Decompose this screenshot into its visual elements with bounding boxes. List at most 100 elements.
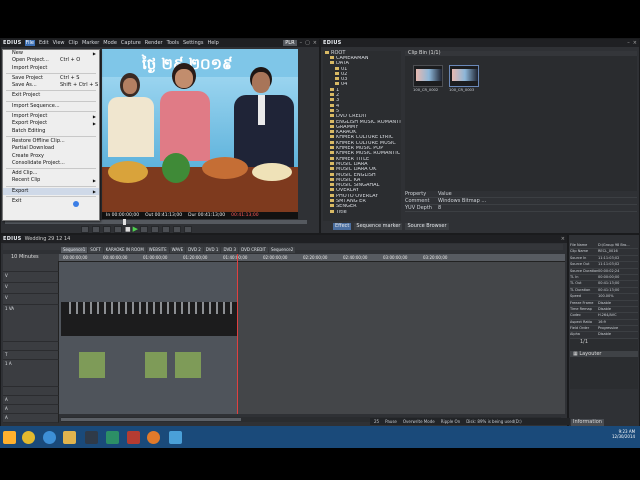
- file-menu-item-label: Exit Project: [12, 92, 41, 99]
- fast-forward-icon[interactable]: [140, 225, 149, 233]
- audio-clip-1[interactable]: [79, 352, 105, 378]
- sequence-tab[interactable]: KARAOKE IN ROOM: [103, 247, 146, 253]
- file-menu-item-5[interactable]: Save As... Shift + Ctrl + S: [3, 82, 99, 89]
- bin-tab-2[interactable]: Source Browser: [405, 223, 449, 230]
- track-header[interactable]: A: [3, 396, 59, 405]
- edius-icon[interactable]: [85, 431, 98, 444]
- sequence-tab[interactable]: WEBSITE: [146, 247, 169, 253]
- stop-icon[interactable]: ■: [125, 226, 131, 233]
- file-menu-item-1[interactable]: Open Project... Ctrl + O: [3, 57, 99, 64]
- file-menu-item-12[interactable]: Export Project ▶: [3, 120, 99, 127]
- play-icon[interactable]: ▶: [133, 225, 138, 233]
- menu-file[interactable]: File: [24, 40, 35, 46]
- folder-icon: [330, 193, 334, 197]
- tree-node[interactable]: Title: [323, 209, 401, 215]
- file-menu-item-13[interactable]: Batch Editing: [3, 128, 99, 135]
- overwrite-icon[interactable]: [184, 225, 193, 233]
- sequence-tab[interactable]: WAVE: [169, 247, 186, 253]
- prev-frame-icon[interactable]: [103, 225, 111, 233]
- chrome-icon[interactable]: [22, 431, 35, 444]
- track-header[interactable]: 1 VA: [3, 305, 59, 342]
- file-menu-item-16[interactable]: Partial Download: [3, 145, 99, 152]
- minimize-icon[interactable]: –: [300, 40, 303, 46]
- bin-close-icon[interactable]: ×: [633, 40, 637, 46]
- app-icon[interactable]: [169, 431, 182, 444]
- bin-minimize-icon[interactable]: –: [627, 40, 630, 46]
- info-key: Field Order: [570, 326, 590, 331]
- menu-marker[interactable]: Marker: [82, 40, 99, 46]
- insert-icon[interactable]: [173, 225, 182, 233]
- audio-clip-3[interactable]: [175, 352, 201, 378]
- menu-help[interactable]: Help: [207, 40, 218, 46]
- loop-icon[interactable]: [162, 225, 171, 233]
- set-out-icon[interactable]: [92, 225, 100, 233]
- menu-tools[interactable]: Tools: [167, 40, 179, 46]
- file-menu-item-9[interactable]: Import Sequence...: [3, 103, 99, 110]
- track-header[interactable]: A: [3, 414, 59, 423]
- file-menu-item-23[interactable]: Export ▶: [3, 187, 99, 196]
- sequence-tab[interactable]: DVD 1: [203, 247, 221, 253]
- file-menu-item-2[interactable]: Import Project: [3, 65, 99, 72]
- file-menu-item-21[interactable]: Recent Clip ▶: [3, 177, 99, 184]
- next-frame-icon[interactable]: [151, 225, 160, 233]
- file-menu-item-25[interactable]: Exit: [3, 198, 99, 205]
- menu-edit[interactable]: Edit: [39, 40, 49, 46]
- clip-thumb-1[interactable]: [413, 65, 443, 87]
- menu-mode[interactable]: Mode: [103, 40, 117, 46]
- track-header[interactable]: [3, 261, 59, 272]
- bin-tab-0[interactable]: Effect: [333, 223, 352, 230]
- start-icon[interactable]: [3, 431, 16, 444]
- sequence-tab[interactable]: DVD 3: [221, 247, 239, 253]
- clip-thumb-2[interactable]: [449, 65, 479, 87]
- menu-separator: [6, 90, 96, 92]
- media-icon[interactable]: [106, 431, 119, 444]
- photoshop-icon[interactable]: [127, 431, 140, 444]
- sequence-tab[interactable]: DVD CREDIT: [239, 247, 268, 253]
- mode-badge[interactable]: PLR: [283, 40, 297, 46]
- close-icon[interactable]: ×: [313, 40, 317, 46]
- zoom-label[interactable]: 10 Minutes: [3, 254, 59, 261]
- bin-tab-1[interactable]: Sequence marker: [354, 223, 403, 230]
- time-ruler[interactable]: 00:00:00;00 00:40:00;00 01:00:00;00 01:20:0…: [59, 254, 565, 262]
- menu-view[interactable]: View: [53, 40, 65, 46]
- timeline-logo: EDIUS: [3, 236, 22, 242]
- track-header[interactable]: V: [3, 272, 59, 283]
- menu-clip[interactable]: Clip: [69, 40, 78, 46]
- file-menu-item-18[interactable]: Consolidate Project...: [3, 160, 99, 167]
- file-menu-item-4[interactable]: Save Project Ctrl + S: [3, 75, 99, 82]
- firefox-icon[interactable]: [147, 431, 160, 444]
- track-header[interactable]: T: [3, 351, 59, 360]
- set-in-icon[interactable]: [81, 225, 89, 233]
- menu-render[interactable]: Render: [145, 40, 163, 46]
- file-menu-item-7[interactable]: Exit Project: [3, 92, 99, 99]
- file-menu-item-20[interactable]: Add Clip...: [3, 170, 99, 177]
- layer-row[interactable]: ▦ Layouter: [570, 351, 638, 357]
- explorer-icon[interactable]: [63, 431, 76, 444]
- rewind-icon[interactable]: [114, 225, 122, 233]
- information-tab[interactable]: Information: [571, 419, 604, 426]
- playhead[interactable]: [237, 254, 238, 414]
- track-heads: VVV1 VA T 1 AAAA: [3, 261, 59, 423]
- sequence-tab[interactable]: SOFT: [88, 247, 103, 253]
- file-menu-item-17[interactable]: Create Proxy: [3, 153, 99, 160]
- track-header[interactable]: V: [3, 294, 59, 305]
- track-header[interactable]: [3, 342, 59, 351]
- menu-settings[interactable]: Settings: [183, 40, 204, 46]
- sequence-tab[interactable]: DVD 2: [186, 247, 203, 253]
- file-menu-item-11[interactable]: Import Project ▶: [3, 113, 99, 120]
- track-header[interactable]: 1 A: [3, 360, 59, 387]
- ie-icon[interactable]: [43, 431, 56, 444]
- track-header[interactable]: V: [3, 283, 59, 294]
- file-menu-item-15[interactable]: Restore Offline Clip...: [3, 138, 99, 145]
- audio-clip-2[interactable]: [145, 352, 167, 378]
- clock[interactable]: 9:23 AM 12/30/2014: [612, 429, 635, 439]
- maximize-icon[interactable]: ▢: [305, 40, 310, 46]
- sequence-tab[interactable]: Sequence1: [61, 247, 88, 253]
- timeline-close-icon[interactable]: ×: [561, 236, 565, 242]
- tree-node-label: MUSIC SINGAHAL: [336, 183, 380, 189]
- sequence-tab[interactable]: Sequence2: [269, 247, 296, 253]
- file-menu-item-0[interactable]: New ▶: [3, 50, 99, 57]
- menu-capture[interactable]: Capture: [121, 40, 141, 46]
- track-header[interactable]: [3, 387, 59, 396]
- track-header[interactable]: A: [3, 405, 59, 414]
